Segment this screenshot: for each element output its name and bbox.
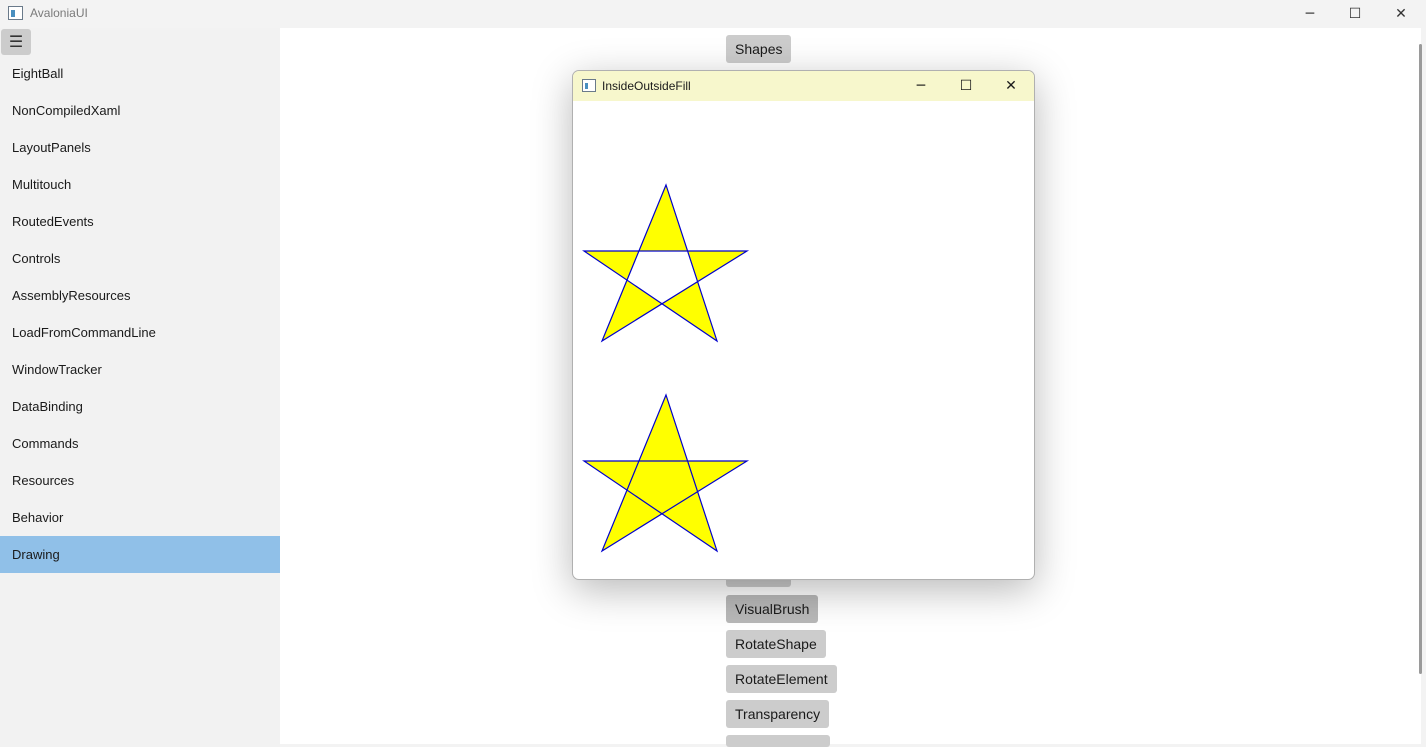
app-icon [8,6,23,20]
cut-off-list-button[interactable] [726,735,830,747]
sidebar-item-assemblyresources[interactable]: AssemblyResources [0,277,280,314]
rotateelement-button[interactable]: RotateElement [726,665,837,693]
sidebar-item-eightball[interactable]: EightBall [0,55,280,92]
dialog-minimize-button[interactable]: ─ [899,71,943,101]
visualbrush-button[interactable]: VisualBrush [726,595,819,623]
close-button[interactable]: ✕ [1378,0,1424,28]
sidebar-item-commands[interactable]: Commands [0,425,280,462]
dialog-title: InsideOutsideFill [602,79,691,93]
sidebar-item-routedevents[interactable]: RoutedEvents [0,203,280,240]
insideoutsidefill-window: InsideOutsideFill ─ ☐ ✕ [572,70,1035,580]
sidebar-item-behavior[interactable]: Behavior [0,499,280,536]
shapes-button[interactable]: Shapes [726,35,792,63]
sidebar-item-layoutpanels[interactable]: LayoutPanels [0,129,280,166]
sidebar-item-multitouch[interactable]: Multitouch [0,166,280,203]
sidebar: ☰ EightBall NonCompiledXaml LayoutPanels… [0,28,280,747]
maximize-button[interactable]: ☐ [1332,0,1378,28]
star-evenodd [582,183,750,343]
hamburger-menu-icon[interactable]: ☰ [1,29,31,55]
star-nonzero [582,393,750,553]
sidebar-item-resources[interactable]: Resources [0,462,280,499]
vertical-scrollbar[interactable] [1419,44,1422,674]
window-title: AvaloniaUI [30,6,88,20]
sidebar-item-windowtracker[interactable]: WindowTracker [0,351,280,388]
dialog-title-bar: InsideOutsideFill ─ ☐ ✕ [573,71,1034,101]
dialog-maximize-button[interactable]: ☐ [944,71,988,101]
dialog-close-button[interactable]: ✕ [989,71,1033,101]
sidebar-item-controls[interactable]: Controls [0,240,280,277]
sidebar-item-drawing[interactable]: Drawing [0,536,280,573]
sidebar-item-loadfromcommandline[interactable]: LoadFromCommandLine [0,314,280,351]
sidebar-item-databinding[interactable]: DataBinding [0,388,280,425]
title-bar: AvaloniaUI ─ ☐ ✕ [0,0,1426,28]
minimize-button[interactable]: ─ [1287,0,1333,28]
window-icon [582,79,596,92]
rotateshape-button[interactable]: RotateShape [726,630,826,658]
transparency-button[interactable]: Transparency [726,700,830,728]
sidebar-item-noncompiledxaml[interactable]: NonCompiledXaml [0,92,280,129]
stars-canvas [582,183,750,553]
